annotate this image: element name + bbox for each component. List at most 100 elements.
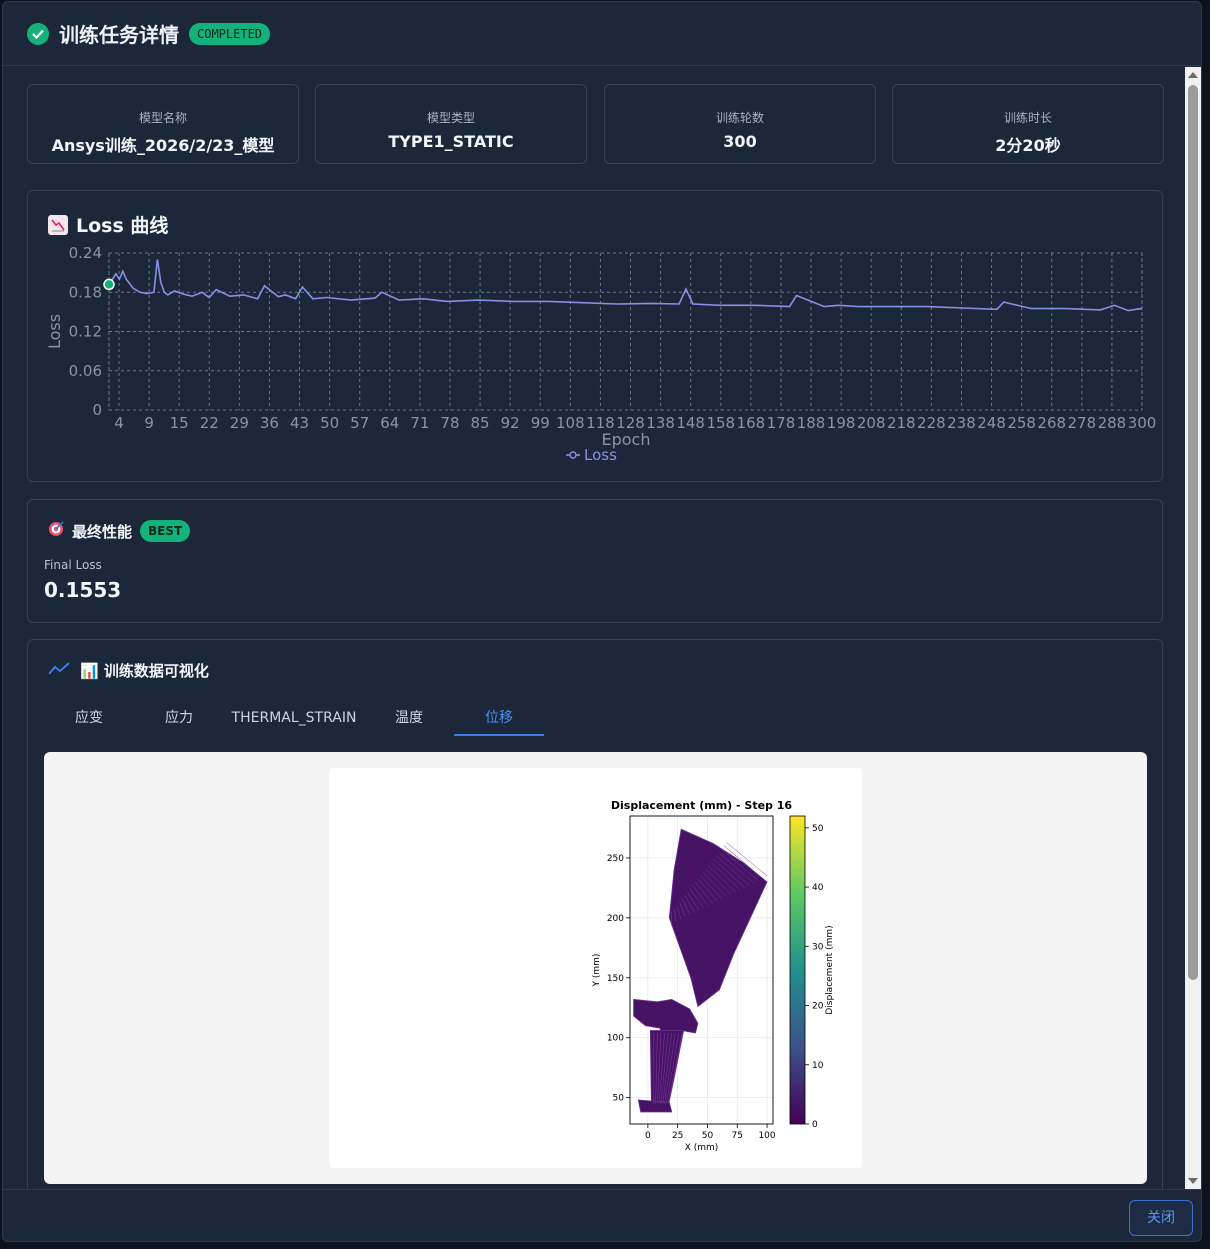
stat-value: Ansys训练_2026/2/23_模型	[51, 136, 275, 155]
x-tick-label: 288	[1098, 414, 1127, 432]
viz-tabs: 应变 应力 THERMAL_STRAIN 温度 位移	[44, 700, 544, 736]
x-tick-label: 50	[702, 1131, 714, 1141]
loss-panel-title-text: Loss 曲线	[76, 215, 169, 237]
loss-start-point	[103, 278, 115, 291]
y-tick-label: 0.12	[69, 323, 102, 341]
x-tick-label: 71	[410, 414, 429, 432]
dialog-body: 模型名称 Ansys训练_2026/2/23_模型 模型类型 TYPE1_STA…	[3, 67, 1187, 1189]
stat-card-duration: 训练时长 2分20秒	[892, 84, 1164, 164]
stat-card-model-name: 模型名称 Ansys训练_2026/2/23_模型	[27, 84, 299, 164]
colorbar-tick-label: 30	[812, 942, 824, 952]
tab-thermal-strain[interactable]: THERMAL_STRAIN	[224, 700, 364, 736]
y-tick-label: 200	[607, 914, 624, 924]
target-icon	[48, 521, 64, 541]
legend-swatch-marker	[569, 451, 577, 459]
y-tick-label: 100	[607, 1034, 624, 1044]
stat-label: 训练时长	[1003, 111, 1052, 125]
y-tick-label: 150	[607, 974, 624, 984]
x-tick-label: 268	[1037, 414, 1066, 432]
tab-strain[interactable]: 应变	[44, 700, 134, 736]
viz-panel-title: 📊 训练数据可视化	[48, 660, 209, 681]
stat-label: 训练轮数	[715, 111, 764, 125]
colorbar-tick-label: 40	[812, 883, 824, 893]
loss-series-line	[108, 259, 1143, 312]
y-axis-label: Loss	[45, 314, 64, 349]
colorbar-tick-label: 0	[812, 1120, 818, 1130]
trend-line-icon	[48, 661, 70, 680]
y-tick-label: 0.06	[69, 362, 102, 380]
y-tick-label: 250	[607, 854, 624, 864]
stat-card-model-type: 模型类型 TYPE1_STATIC	[315, 84, 587, 164]
x-tick-label: 238	[947, 414, 976, 432]
x-tick-label: 9	[144, 414, 154, 432]
displacement-plot: Displacement (mm) - Step 160 25 50 75 100501…	[592, 799, 835, 1153]
x-tick-label: 258	[1007, 414, 1036, 432]
performance-title: 最终性能 BEST	[48, 520, 191, 542]
x-tick-label: 188	[797, 414, 826, 432]
x-tick-label: 108	[556, 414, 585, 432]
x-tick-label: 168	[737, 414, 766, 432]
stat-value: 300	[723, 132, 757, 151]
x-tick-label: 138	[646, 414, 675, 432]
performance-title-text: 最终性能	[72, 522, 133, 541]
check-circle-icon	[27, 22, 49, 45]
x-tick-label: 57	[350, 414, 369, 432]
chart-decreasing-icon	[48, 214, 68, 235]
dialog-footer: 关闭	[3, 1189, 1201, 1241]
x-axis-label: X (mm)	[685, 1143, 719, 1153]
x-tick-label: 85	[471, 414, 490, 432]
status-badge: COMPLETED	[189, 22, 271, 45]
tab-stress[interactable]: 应力	[134, 700, 224, 736]
x-tick-label: 25	[672, 1131, 683, 1141]
legend-label: Loss	[584, 446, 617, 464]
x-tick-label: 43	[290, 414, 309, 432]
x-tick-label: 178	[767, 414, 796, 432]
x-tick-label: 0	[645, 1131, 651, 1141]
tab-displacement[interactable]: 位移	[454, 700, 544, 736]
loss-chart: 4 9 15 22 29 36 43 50 57 64 71 78 85 92 99 108 118 128 138…	[45, 244, 1157, 464]
close-button[interactable]: 关闭	[1129, 1200, 1193, 1236]
loss-curve-panel: Loss 曲线 4 9 15 22 29 36 43 50 57 64 71 78 85 92 99 108 1…	[27, 190, 1163, 482]
x-tick-label: 228	[917, 414, 946, 432]
x-tick-label: 248	[977, 414, 1006, 432]
final-loss-value: 0.1553	[44, 578, 122, 602]
x-tick-label: 100	[758, 1131, 775, 1141]
x-tick-label: 15	[170, 414, 189, 432]
colorbar-tick-label: 20	[812, 1002, 824, 1012]
x-tick-label: 148	[676, 414, 705, 432]
x-tick-label: 64	[380, 414, 399, 432]
scroll-down-arrow[interactable]	[1188, 1178, 1198, 1184]
final-performance-panel: 最终性能 BEST Final Loss 0.1553	[27, 499, 1163, 623]
x-tick-label: 75	[732, 1131, 743, 1141]
x-tick-label: 22	[200, 414, 219, 432]
colorbar	[789, 815, 806, 1125]
viz-panel-title-text: 📊 训练数据可视化	[80, 662, 209, 680]
final-loss-label: Final Loss	[44, 558, 102, 572]
viz-display-area: Displacement (mm) - Step 16 0 25 50 75 100 50 1…	[44, 752, 1147, 1184]
x-tick-label: 158	[706, 414, 735, 432]
x-tick-label: 92	[501, 414, 520, 432]
scroll-thumb[interactable]	[1188, 85, 1198, 980]
stat-value: 2分20秒	[995, 136, 1061, 155]
colorbar-label: Displacement (mm)	[825, 925, 835, 1014]
tab-temperature[interactable]: 温度	[364, 700, 454, 736]
scroll-up-arrow[interactable]	[1188, 72, 1198, 78]
x-tick-label: 78	[440, 414, 459, 432]
dialog-header: 训练任务详情 COMPLETED	[3, 2, 1201, 66]
x-tick-label: 218	[887, 414, 916, 432]
colorbar-tick-label: 10	[812, 1061, 824, 1071]
y-tick-label: 0	[92, 401, 102, 419]
displacement-plot-image: Displacement (mm) - Step 16 0 25 50 75 100 50 1…	[329, 768, 862, 1168]
x-tick-label: 4	[114, 414, 124, 432]
stat-label: 模型类型	[426, 111, 475, 125]
x-tick-label: 36	[260, 414, 279, 432]
scrollbar[interactable]	[1185, 67, 1201, 1189]
stat-value: TYPE1_STATIC	[388, 132, 514, 151]
x-tick-label: 278	[1068, 414, 1097, 432]
y-tick-label: 0.18	[69, 283, 102, 301]
dialog-title: 训练任务详情	[59, 23, 179, 47]
stat-label: 模型名称	[138, 111, 187, 125]
x-tick-label: 300	[1128, 414, 1157, 432]
y-axis-label: Y (mm)	[592, 954, 602, 988]
y-tick-label: 0.24	[69, 244, 102, 262]
